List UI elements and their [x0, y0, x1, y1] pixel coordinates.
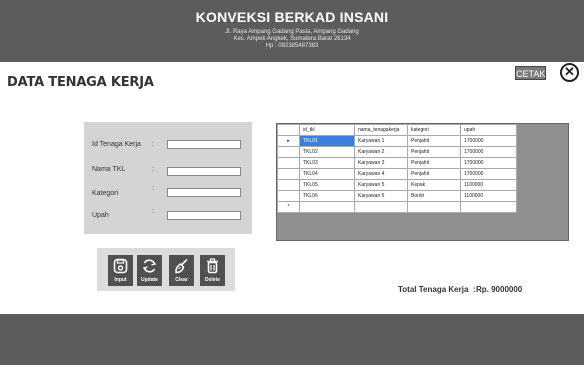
row-header[interactable]	[277, 190, 300, 202]
field-colon: :	[152, 185, 154, 192]
table-cell[interactable]: TKL04	[299, 168, 355, 180]
close-icon[interactable]: ✕	[560, 63, 579, 82]
new-row-marker: *	[277, 201, 300, 213]
table-cell[interactable]: TKL01	[299, 135, 355, 147]
current-row-marker: ▸	[277, 135, 300, 147]
form-panel: Id Tenaga Kerja : Nama TKL : Kategori : …	[84, 122, 252, 234]
row-header[interactable]	[277, 168, 300, 180]
save-icon	[113, 258, 128, 274]
table-cell[interactable]: Karyawan 3	[354, 157, 408, 169]
column-header[interactable]: id_tkl	[299, 124, 355, 136]
nama-tkl-input[interactable]	[167, 167, 241, 176]
table-cell[interactable]: TKL05	[299, 179, 355, 191]
delete-button[interactable]: Delete	[200, 255, 225, 286]
table-cell[interactable]: 1100000	[460, 190, 517, 202]
table-row[interactable]: TKL06 Karyawan 6 Bordir 1100000	[277, 190, 517, 202]
data-grid-table: id_tkl nama_tenagakerja kategori upah ▸ …	[277, 124, 517, 213]
table-cell[interactable]: Karyawan 2	[354, 146, 408, 158]
clear-button-label: Clear	[175, 277, 188, 283]
table-row[interactable]: TKL04 Karyawan 4 Penjahit 1700000	[277, 168, 517, 180]
trash-icon	[207, 258, 218, 274]
phone-line: Hp : 082385487383	[265, 43, 319, 49]
table-cell[interactable]: TKL02	[299, 146, 355, 158]
column-header[interactable]: upah	[460, 124, 517, 136]
field-colon: :	[152, 141, 154, 148]
total-label-text: Total Tenaga Kerja	[398, 285, 469, 294]
upah-input[interactable]	[167, 211, 241, 220]
new-row[interactable]: *	[277, 201, 517, 213]
update-button-label: Update	[141, 277, 158, 283]
refresh-icon	[142, 259, 157, 273]
id-tenaga-kerja-input[interactable]	[167, 140, 241, 149]
table-cell[interactable]	[354, 201, 408, 213]
table-cell[interactable]: Karyawan 6	[354, 190, 408, 202]
field-label-kategori: Kategori	[92, 190, 119, 197]
footer-bar	[0, 314, 584, 365]
header-bar: KONVEKSI BERKAD INSANI Jl. Raya Ampang G…	[0, 0, 584, 62]
row-header[interactable]	[277, 157, 300, 169]
field-label-id: Id Tenaga Kerja	[92, 141, 141, 148]
table-row[interactable]: TKL03 Karyawan 3 Penjahit 1700000	[277, 157, 517, 169]
table-cell[interactable]: Penjahit	[407, 135, 461, 147]
field-colon: :	[152, 208, 154, 215]
table-cell[interactable]	[460, 201, 517, 213]
cetak-button[interactable]: CETAK	[515, 66, 546, 80]
table-cell[interactable]: Kepak	[407, 179, 461, 191]
clear-button[interactable]: Clear	[169, 255, 194, 286]
column-header[interactable]: nama_tenagakerja	[354, 124, 408, 136]
broom-icon	[175, 258, 188, 274]
table-cell[interactable]: Penjahit	[407, 168, 461, 180]
input-button-label: Input	[114, 277, 127, 283]
table-cell[interactable]	[299, 201, 355, 213]
table-row[interactable]: TKL05 Karyawan 5 Kepak 1100000	[277, 179, 517, 191]
table-cell[interactable]: 1700000	[460, 168, 517, 180]
total-value: Rp. 9000000	[476, 285, 523, 294]
app-title: KONVEKSI BERKAD INSANI	[195, 9, 389, 25]
field-label-nama: Nama TKL	[92, 166, 126, 173]
table-cell[interactable]: TKL03	[299, 157, 355, 169]
kategori-input[interactable]	[167, 188, 241, 197]
table-cell[interactable]: Penjahit	[407, 157, 461, 169]
data-grid[interactable]: id_tkl nama_tenagakerja kategori upah ▸ …	[276, 123, 569, 241]
table-cell[interactable]: Bordir	[407, 190, 461, 202]
action-buttons-panel: Input Update Clear Delete	[97, 248, 235, 291]
table-cell[interactable]: Karyawan 1	[354, 135, 408, 147]
total-label: Total Tenaga Kerja :	[398, 285, 476, 294]
table-row[interactable]: TKL02 Karyawan 2 Penjahit 1700000	[277, 146, 517, 158]
address-line: Jl. Raya Ampang Gadang Pasia, Ampang Gad…	[225, 29, 359, 35]
table-cell[interactable]: 1100000	[460, 179, 517, 191]
address-line: Kec. Ampek Angkek, Sumatera Barat 26134	[233, 36, 351, 42]
table-cell[interactable]: Karyawan 5	[354, 179, 408, 191]
table-cell[interactable]: Karyawan 4	[354, 168, 408, 180]
table-cell[interactable]	[407, 201, 461, 213]
table-cell[interactable]: 1700000	[460, 146, 517, 158]
input-button[interactable]: Input	[108, 255, 133, 286]
row-header[interactable]	[277, 146, 300, 158]
update-button[interactable]: Update	[137, 255, 162, 286]
table-cell[interactable]: 1700000	[460, 135, 517, 147]
field-label-upah: Upah	[92, 212, 109, 219]
grid-header-row: id_tkl nama_tenagakerja kategori upah	[277, 124, 517, 136]
row-header-corner	[277, 124, 300, 136]
row-header[interactable]	[277, 179, 300, 191]
table-row[interactable]: ▸ TKL01 Karyawan 1 Penjahit 1700000	[277, 135, 517, 147]
delete-button-label: Delete	[204, 277, 220, 283]
table-cell[interactable]: 1700000	[460, 157, 517, 169]
table-cell[interactable]: TKL06	[299, 190, 355, 202]
column-header[interactable]: kategori	[407, 124, 461, 136]
page-title: DATA TENAGA KERJA	[7, 75, 154, 90]
table-cell[interactable]: Penjahit	[407, 146, 461, 158]
field-colon: :	[152, 166, 154, 173]
